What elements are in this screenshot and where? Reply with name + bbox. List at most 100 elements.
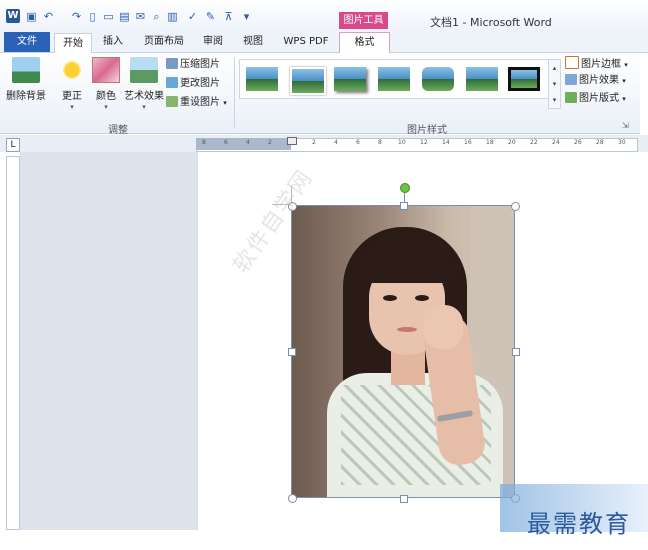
color-palette-icon [92,57,120,83]
picture-styles-gallery [239,59,549,99]
new-document-icon[interactable]: ▯ [86,10,99,23]
spelling-icon[interactable]: ✓ [186,10,199,23]
save-icon[interactable]: ▣ [25,10,38,23]
corrections-button[interactable]: 更正 ▾ [56,57,88,111]
ruler-tick: 30 [618,139,626,146]
ruler-tick: 12 [420,139,428,146]
resize-handle-left[interactable] [288,348,296,356]
picture-border-label: 图片边框 [581,59,621,70]
ruler-tick: 20 [508,139,516,146]
corner-logo-text: 最需教育 [527,510,631,538]
undo-icon[interactable]: ↶ [42,10,55,23]
ruler-tick: 4 [246,139,250,146]
picture-style-thumb[interactable] [466,67,498,91]
picture-style-thumb[interactable] [508,67,540,91]
print-preview-icon[interactable]: ⌕ [150,10,163,23]
word-app-icon[interactable]: W [6,9,20,23]
ruler-tick: 10 [398,139,406,146]
picture-border-icon [565,56,579,69]
draw-icon[interactable]: ✎ [204,10,217,23]
remove-background-button[interactable]: 删除背景 [4,57,48,102]
tab-wps-pdf[interactable]: WPS PDF [278,32,334,52]
print-icon[interactable]: ▤ [118,10,131,23]
artistic-effects-label: 艺术效果 [124,91,164,102]
adjust-group-label: 调整 [108,125,128,136]
indent-marker[interactable] [287,137,297,145]
change-picture-icon [166,77,178,88]
tab-insert[interactable]: 插入 [96,32,130,52]
ruler-tick: 2 [312,139,316,146]
ruler-tick: 28 [596,139,604,146]
window-title: 文档1 - Microsoft Word [430,16,552,29]
gallery-scroll[interactable]: ▴ ▾ ▾ [548,59,561,109]
sun-icon [58,57,86,83]
compress-pictures-label: 压缩图片 [180,59,220,70]
diagram-icon[interactable]: ⊼ [222,10,235,23]
color-label: 颜色 [96,91,116,102]
tab-stop-selector[interactable]: L [6,138,20,152]
reset-picture-label: 重设图片 [180,97,220,108]
document-background [20,152,198,530]
color-button[interactable]: 颜色 ▾ [90,57,122,111]
dialog-launcher-icon[interactable]: ⇲ [622,121,629,130]
email-icon[interactable]: ✉ [134,10,147,23]
picture-border-button[interactable]: 图片边框 ▾ [565,56,628,70]
group-divider [234,57,235,129]
picture-layout-button[interactable]: 图片版式 ▾ [565,92,626,106]
quick-print-icon[interactable]: ▥ [166,10,179,23]
tab-review[interactable]: 审阅 [196,32,230,52]
tab-home[interactable]: 开始 [54,33,92,53]
chevron-down-icon: ▾ [104,103,108,111]
ruler-tick: 18 [486,139,494,146]
ruler-tick: 6 [224,139,228,146]
tab-file[interactable]: 文件 [4,32,50,52]
change-picture-button[interactable]: 更改图片 [166,77,220,91]
selection-frame [291,205,515,498]
tab-page-layout[interactable]: 页面布局 [138,32,190,52]
ruler-tick: 6 [356,139,360,146]
picture-style-thumb[interactable] [334,67,366,91]
ruler-tick: 4 [334,139,338,146]
ruler-tick: 14 [442,139,450,146]
customize-toolbar-icon[interactable]: ▾ [240,10,253,23]
picture-tools-header: 图片工具 [339,12,388,29]
ruler-tick: 26 [574,139,582,146]
compress-pictures-button[interactable]: 压缩图片 [166,58,220,72]
picture-styles-group-label: 图片样式 [407,125,447,136]
tab-view[interactable]: 视图 [236,32,270,52]
artistic-effects-icon [130,57,158,83]
vertical-ruler[interactable] [6,156,20,530]
resize-handle-top-right[interactable] [511,202,520,211]
redo-icon[interactable]: ↷ [70,10,83,23]
change-picture-label: 更改图片 [180,78,220,89]
rotate-handle[interactable] [400,183,410,193]
picture-style-thumb[interactable] [290,67,326,95]
reset-picture-button[interactable]: 重设图片 ▾ [166,96,227,110]
ruler-tick: 2 [268,139,272,146]
remove-background-label: 删除背景 [6,91,46,102]
picture-style-thumb[interactable] [422,67,454,91]
resize-handle-right[interactable] [512,348,520,356]
chevron-down-icon: ▾ [70,103,74,111]
resize-handle-bottom[interactable] [400,495,408,503]
corrections-label: 更正 [62,91,82,102]
tab-format[interactable]: 格式 [339,32,390,53]
ruler-ticks: 8 6 4 2 2 4 6 8 10 12 14 16 18 20 22 24 … [196,138,636,150]
picture-style-thumb[interactable] [378,67,410,91]
title-bar: W ▣ ↶ ↷ ▯ ▭ ▤ ✉ ⌕ ▥ ✓ ✎ ⊼ ▾ 图片工具 文档1 - M… [0,0,648,32]
ribbon: 删除背景 更正 ▾ 颜色 ▾ 艺术效果 ▾ 压缩图片 更改图片 重设图片 ▾ 调… [0,53,640,136]
open-folder-icon[interactable]: ▭ [102,10,115,23]
picture-style-thumb[interactable] [246,67,278,91]
ruler-tick: 22 [530,139,538,146]
artistic-effects-button[interactable]: 艺术效果 ▾ [122,57,166,111]
ruler-tick: 24 [552,139,560,146]
reset-picture-icon [166,96,178,107]
resize-handle-top[interactable] [400,202,408,210]
picture-effects-icon [565,74,577,85]
ruler-tick: 16 [464,139,472,146]
compress-icon [166,58,178,69]
picture-layout-icon [565,92,577,103]
remove-background-icon [12,57,40,83]
picture-effects-button[interactable]: 图片效果 ▾ [565,74,626,88]
resize-handle-bottom-left[interactable] [288,494,297,503]
